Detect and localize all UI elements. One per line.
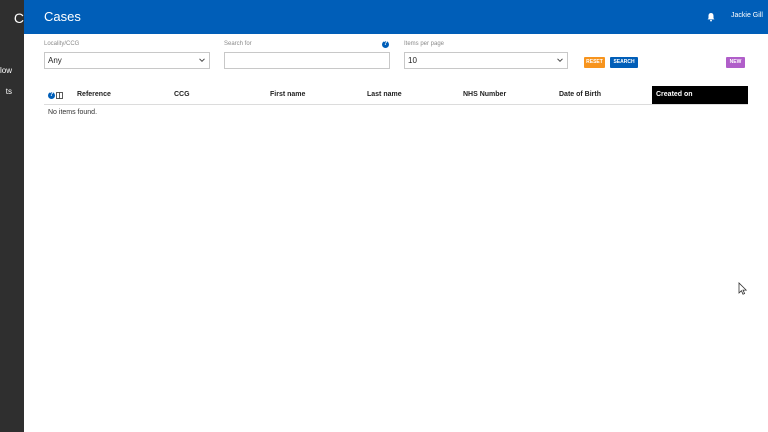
search-input[interactable] [224, 52, 390, 69]
bell-icon[interactable] [706, 12, 716, 22]
column-header-ccg[interactable]: CCG [174, 86, 190, 104]
app-logo: C [13, 10, 24, 26]
mouse-cursor-icon [738, 282, 747, 295]
chevron-down-icon [199, 58, 205, 63]
sidebar: C low ts [0, 0, 24, 432]
column-header-created-on[interactable]: Created on [652, 86, 748, 104]
columns-icon[interactable] [56, 92, 63, 99]
empty-state-message: No items found. [48, 109, 98, 116]
search-label: Search for [224, 41, 252, 47]
search-button[interactable]: SEARCH [610, 57, 638, 68]
table-header: ? Reference CCG First name Last name NHS… [44, 86, 748, 105]
per-page-select-value: 10 [408, 56, 417, 65]
new-button[interactable]: NEW [726, 57, 745, 68]
page-title: Cases [44, 9, 81, 24]
sidebar-item-workflow[interactable]: low [0, 66, 12, 75]
per-page-label: Items per page [404, 41, 445, 47]
column-header-reference[interactable]: Reference [77, 86, 111, 104]
per-page-select[interactable]: 10 [404, 52, 568, 69]
header-divider [44, 104, 748, 105]
column-header-last-name[interactable]: Last name [367, 86, 402, 104]
chevron-down-icon [557, 58, 563, 63]
top-bar: Cases Jackie Gill [24, 0, 768, 34]
locality-select[interactable]: Any [44, 52, 210, 69]
locality-select-value: Any [48, 56, 62, 65]
column-header-first-name[interactable]: First name [270, 86, 305, 104]
column-header-nhs-number[interactable]: NHS Number [463, 86, 506, 104]
sidebar-item-reports[interactable]: ts [6, 87, 12, 96]
help-icon[interactable]: ? [382, 41, 389, 48]
help-icon[interactable]: ? [48, 92, 55, 99]
column-header-date-of-birth[interactable]: Date of Birth [559, 86, 601, 104]
reset-button[interactable]: RESET [584, 57, 605, 68]
user-name[interactable]: Jackie Gill [731, 12, 763, 19]
locality-label: Locality/CCG [44, 41, 80, 47]
